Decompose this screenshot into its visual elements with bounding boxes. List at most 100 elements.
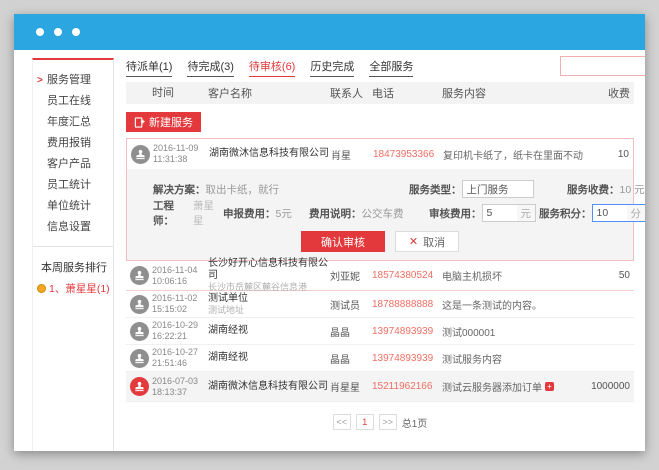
- expanded-row-block: 2016-11-0911:31:38 湖南微沐信息科技有限公司 肖星 18473…: [126, 138, 634, 261]
- sidebar-item-label: 员工在线: [47, 95, 91, 108]
- tabs: 待派单(1) 待完成(3) 待审核(6) 历史完成 全部服务: [126, 58, 413, 77]
- row-time: 2016-10-2916:22:21: [152, 320, 208, 342]
- window-dot-icon[interactable]: [54, 28, 62, 36]
- window-dot-icon[interactable]: [72, 28, 80, 36]
- sidebar-item-customer-product[interactable]: > 客户产品: [33, 154, 113, 175]
- engineer-value: 萧星星: [193, 198, 223, 228]
- tab-all-services[interactable]: 全部服务: [369, 58, 413, 77]
- rank-item-label: 1、萧星星(1): [49, 281, 110, 296]
- stamp-icon: [131, 145, 150, 164]
- pagination-total: 总1页: [402, 415, 428, 430]
- declared-fee-label: 申报费用：: [223, 206, 276, 221]
- points-unit: 分: [627, 205, 646, 221]
- service-fee-value: 10 元: [620, 182, 645, 197]
- service-type-input[interactable]: [462, 180, 534, 198]
- row-contact: 肖星星: [330, 379, 372, 394]
- points-label: 服务积分：: [539, 206, 592, 221]
- form-row-2: 工程师： 萧星星 申报费用： 5元 费用说明： 公交车费 审核费用：: [127, 201, 633, 225]
- row-time: 2016-11-0911:31:38: [153, 143, 209, 165]
- stamp-icon: [130, 377, 149, 396]
- sidebar-item-service-management[interactable]: > 服务管理: [33, 70, 113, 91]
- table-row[interactable]: 2016-11-0215:15:02 测试单位测试地址 测试员 18788888…: [126, 291, 634, 318]
- sidebar-item-label: 单位统计: [47, 200, 91, 213]
- tab-history[interactable]: 历史完成: [310, 58, 354, 77]
- table-row[interactable]: 2016-07-0318:13:37 湖南微沐信息科技有限公司 肖星星 1521…: [126, 372, 634, 402]
- new-service-icon: [134, 117, 145, 128]
- sidebar-item-staff-online[interactable]: > 员工在线: [33, 91, 113, 112]
- review-fee-label: 审核费用：: [429, 206, 482, 221]
- solution-value: 取出卡纸，就行: [206, 182, 280, 197]
- row-phone: 13974893939: [372, 353, 442, 364]
- row-address: 测试地址: [208, 305, 330, 316]
- sidebar-item-expense[interactable]: > 费用报销: [33, 133, 113, 154]
- row-customer: 长沙好开心信息科技有限公司长沙市岳麓区麓谷信息港: [208, 258, 330, 293]
- sidebar-item-settings[interactable]: > 信息设置: [33, 217, 113, 238]
- row-customer: 测试单位测试地址: [208, 293, 330, 316]
- row-phone: 18473953366: [373, 149, 443, 160]
- fee-note-value: 公交车费: [362, 206, 404, 221]
- table-row[interactable]: 2016-11-0911:31:38 湖南微沐信息科技有限公司 肖星 18473…: [127, 139, 633, 169]
- review-fee-input[interactable]: [483, 205, 517, 221]
- row-contact: 测试员: [330, 297, 372, 312]
- table-row[interactable]: 2016-10-2721:51:46 湖南经视 晶晶 13974893939 测…: [126, 345, 634, 372]
- table-row[interactable]: 2016-11-0410:06:16 长沙好开心信息科技有限公司长沙市岳麓区麓谷…: [126, 261, 634, 291]
- row-fee: 10: [583, 149, 633, 160]
- row-contact: 晶晶: [330, 351, 372, 366]
- table-row[interactable]: 2016-10-2916:22:21 湖南经视 晶晶 13974893939 测…: [126, 318, 634, 345]
- row-contact: 肖星: [331, 147, 373, 162]
- row-contact: 刘亚妮: [330, 268, 372, 283]
- new-service-label: 新建服务: [149, 114, 193, 130]
- points-input[interactable]: [593, 205, 627, 221]
- row-phone: 15211962166: [372, 381, 442, 392]
- row-phone: 13974893939: [372, 326, 442, 337]
- service-fee-label: 服务收费：: [567, 182, 620, 197]
- weekly-rank-item[interactable]: 1、萧星星(1): [33, 281, 113, 296]
- chevron-right-icon: >: [37, 74, 47, 87]
- row-phone: 18788888888: [372, 299, 442, 310]
- declared-fee-value: 5元: [276, 206, 292, 221]
- sidebar-divider: [33, 246, 113, 247]
- row-content: 测试服务内容: [442, 351, 584, 366]
- row-customer: 湖南微沐信息科技有限公司: [208, 381, 330, 393]
- sidebar-item-annual-summary[interactable]: > 年度汇总: [33, 112, 113, 133]
- sidebar-item-label: 费用报销: [47, 137, 91, 150]
- pagination-last-button[interactable]: >>: [379, 414, 397, 430]
- stamp-icon: [130, 295, 149, 314]
- cancel-button[interactable]: ✕ 取消: [395, 231, 459, 252]
- confirm-review-button[interactable]: 确认审核: [301, 231, 385, 252]
- stamp-icon: [130, 266, 149, 285]
- row-contact: 晶晶: [330, 324, 372, 339]
- table-header: 时间 客户名称 联系人 电话 服务内容 收费: [126, 82, 634, 104]
- row-time: 2016-11-0410:06:16: [152, 265, 208, 287]
- window-content: > 服务管理 > 员工在线 > 年度汇总 > 费用报销 > 客户产品 > 员工统…: [14, 50, 645, 451]
- review-fee-unit: 元: [517, 205, 536, 221]
- solution-label: 解决方案：: [153, 182, 206, 197]
- sidebar-item-label: 服务管理: [47, 74, 91, 87]
- pagination-first-button[interactable]: <<: [333, 414, 351, 430]
- header-phone: 电话: [372, 85, 442, 101]
- row-customer: 湖南经视: [208, 325, 330, 337]
- pagination-page-1[interactable]: 1: [356, 414, 374, 430]
- service-type-label: 服务类型：: [409, 182, 462, 197]
- tab-pending-review[interactable]: 待审核(6): [249, 58, 295, 77]
- sidebar-item-staff-stats[interactable]: > 员工统计: [33, 175, 113, 196]
- search-input[interactable]: [560, 56, 645, 76]
- engineer-label: 工程师：: [153, 198, 193, 228]
- row-time: 2016-11-0215:15:02: [152, 293, 208, 315]
- stamp-icon: [130, 322, 149, 341]
- sidebar-item-unit-stats[interactable]: > 单位统计: [33, 196, 113, 217]
- row-fee: 50: [584, 270, 634, 281]
- tab-pending-complete[interactable]: 待完成(3): [187, 58, 233, 77]
- review-form: 解决方案： 取出卡纸，就行 服务类型： 服务收费： 10 元: [127, 169, 633, 260]
- window-dot-icon[interactable]: [36, 28, 44, 36]
- sidebar-item-label: 员工统计: [47, 179, 91, 192]
- sidebar: > 服务管理 > 员工在线 > 年度汇总 > 费用报销 > 客户产品 > 员工统…: [32, 58, 114, 451]
- tab-pending-dispatch[interactable]: 待派单(1): [126, 58, 172, 77]
- app-window: > 服务管理 > 员工在线 > 年度汇总 > 费用报销 > 客户产品 > 员工统…: [14, 14, 645, 451]
- fee-note-label: 费用说明：: [309, 206, 362, 221]
- row-content: 这是一条测试的内容。: [442, 297, 584, 312]
- close-icon: ✕: [409, 235, 418, 248]
- row-customer: 湖南微沐信息科技有限公司: [209, 148, 331, 160]
- new-service-button[interactable]: 新建服务: [126, 112, 201, 132]
- header-time: 时间: [152, 88, 208, 99]
